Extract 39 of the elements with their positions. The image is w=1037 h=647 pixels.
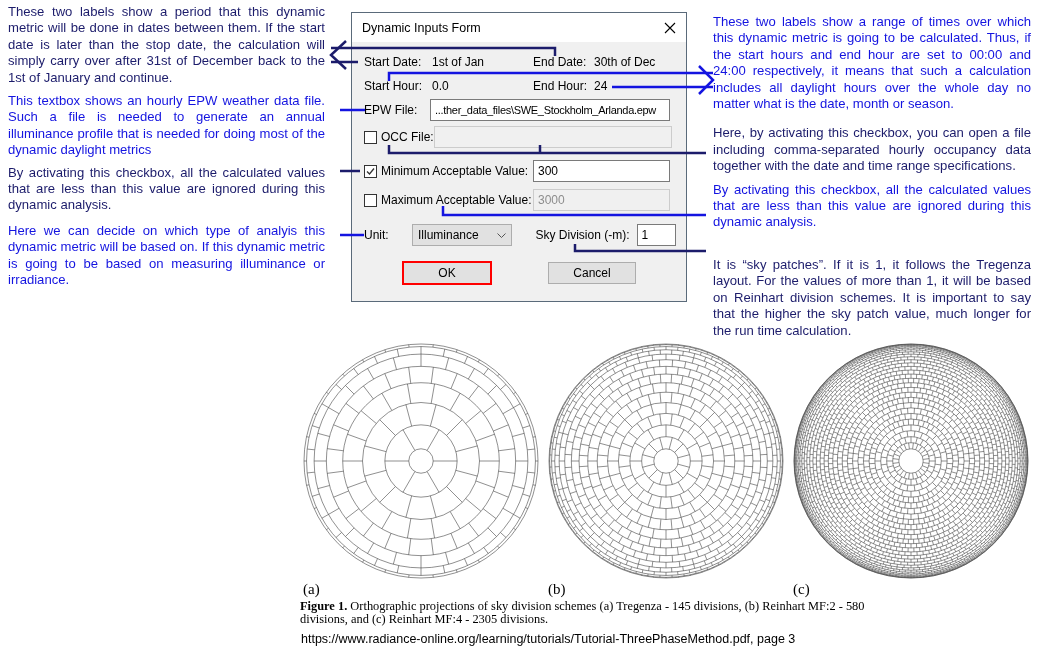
value-field[interactable]: 300 — [533, 160, 670, 182]
chevron-down-icon — [497, 232, 507, 238]
panel-label: (b) — [548, 581, 566, 598]
checkbox-label: OCC File: — [381, 130, 434, 144]
field-label: End Date: — [533, 55, 588, 69]
field-value: 24 — [594, 79, 608, 93]
close-icon[interactable] — [664, 21, 676, 34]
leader-line — [340, 169, 360, 173]
panel-label: (a) — [303, 581, 320, 598]
field-value: 0.0 — [432, 79, 450, 93]
field-value: 1st of Jan — [432, 55, 486, 69]
leader-line — [340, 108, 365, 112]
field-label: Unit: — [364, 228, 390, 242]
annotation-text: Here, by activating this checkbox, you can open a file including comma-separated hourly occupancy data together with the date and time range specifications. — [713, 125, 1031, 175]
annotation-text: By activating this checkbox, all the calculated values that are less than this value are ignored during this dynamic analysis. — [8, 164, 325, 214]
checkbox-label: Minimum Acceptable Value: — [381, 164, 530, 178]
field-label: EPW File: — [364, 103, 419, 117]
field-label: End Hour: — [533, 79, 589, 93]
field-label: Sky Division (-m): — [535, 228, 630, 242]
cancel-button[interactable]: Cancel — [548, 262, 636, 284]
unit-dropdown[interactable]: Illuminance — [412, 224, 513, 246]
field-label: Start Hour: — [364, 79, 424, 93]
panel-label: (c) — [793, 581, 810, 598]
window-title: Dynamic Inputs Form — [362, 20, 481, 35]
figure-caption: Figure 1. Orthographic projections of sky division schemes (a) Tregenza - 145 divisions, (b) Reinhart MF:2 - 580 divisions, and (c) Reinhart MF:4 - 2305 divisions. — [300, 600, 866, 626]
annotation-text: Here we can decide on which type of analyis this dynamic metric will be based on. If this dynamic metric is going to be based on measuring illuminance or irradiance. — [8, 222, 325, 289]
leader-line — [340, 233, 364, 237]
annotation-text: It is “sky patches”. If it is 1, it follows the Tregenza layout. For the values of more than 1, it will be based on Reinhart division schemes. It is important to say that the higher the sky patch value, much longer for the run time calculation. — [713, 256, 1031, 339]
annotation-text: By activating this checkbox, all the calculated values that are less than this value are ignored during this dynamic analysis. — [713, 181, 1031, 231]
annotation-text: This textbox shows an hourly EPW weather data file. Such a file is needed to generate an annual illuminance profile that is needed for doing most of the dynamic daylight metrics — [8, 93, 325, 159]
field-value: 30th of Dec — [594, 55, 656, 69]
checkbox[interactable] — [364, 164, 377, 178]
file-path-field[interactable]: ...ther_data_files\SWE_Stockholm_Arlanda.epw — [430, 99, 670, 121]
checkbox-label: Maximum Acceptable Value: — [381, 193, 533, 207]
annotation-text: These two labels show a period that this dynamic metric will be done in dates between them. If the start date is later than the stop date, the calculation will simply carry over after 31st of December back to the 1st of January and continue. — [8, 4, 325, 87]
annotation-text: These two labels show a range of times over which this dynamic metric is going to be calculated. Thus, if the start hours and end hour are set to 00:00 and 24:00 respectively, it means that such a calculation includes all daylight hours over the whole day no matter what is the date, month or season. — [713, 14, 1031, 113]
field-label: Start Date: — [364, 55, 423, 69]
ok-button[interactable]: OK — [402, 261, 492, 285]
sky-division-field[interactable]: 1 — [636, 224, 676, 246]
